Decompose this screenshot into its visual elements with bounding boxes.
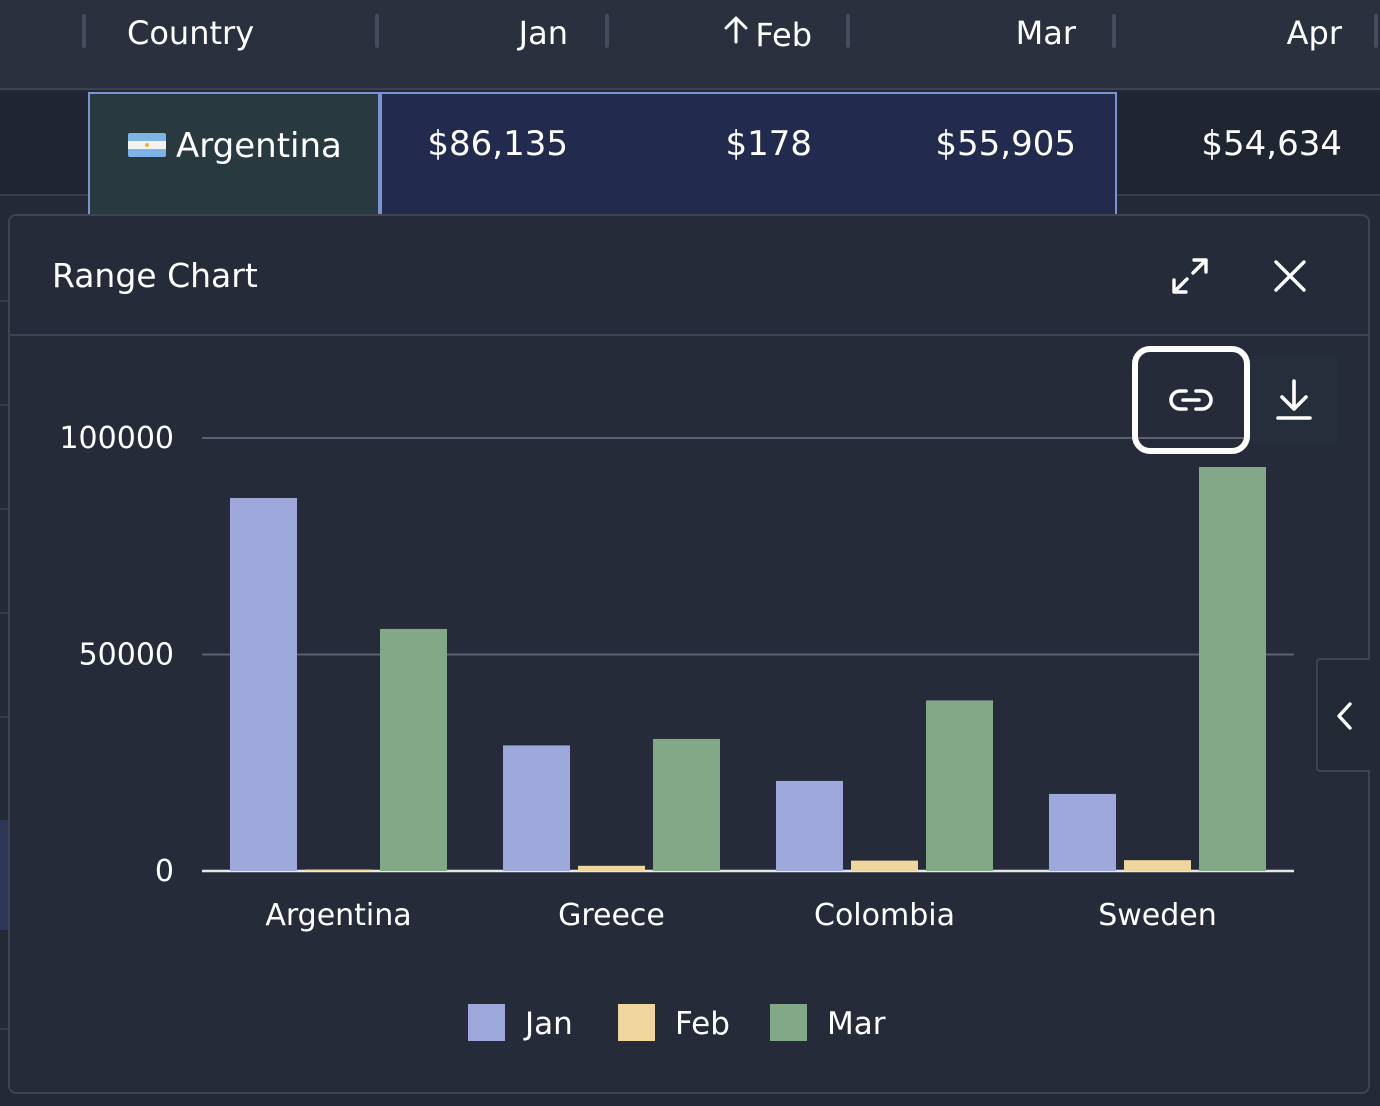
- bar-mar-colombia[interactable]: [926, 700, 993, 871]
- cell-apr[interactable]: $54,634: [1118, 92, 1342, 196]
- legend-swatch-jan[interactable]: [468, 1004, 505, 1041]
- column-header-jan[interactable]: Jan: [380, 0, 568, 66]
- link-button[interactable]: [1132, 346, 1250, 454]
- column-header-feb-label: Feb: [755, 16, 812, 54]
- column-separator[interactable]: [375, 14, 379, 48]
- x-tick-label: Greece: [558, 898, 665, 933]
- argentina-flag-icon: [128, 132, 166, 157]
- column-separator[interactable]: [605, 14, 609, 48]
- legend-swatch-mar[interactable]: [770, 1004, 807, 1041]
- column-header-apr[interactable]: Apr: [1118, 0, 1342, 66]
- cell-feb[interactable]: $178: [612, 92, 812, 196]
- column-separator[interactable]: [1112, 14, 1116, 48]
- y-tick-label: 100000: [59, 421, 174, 456]
- cell-country[interactable]: Argentina: [88, 92, 380, 216]
- range-chart-panel: Range Chart 0 50000 100000 Argentina Greece…: [8, 214, 1370, 1094]
- column-header-mar[interactable]: Mar: [852, 0, 1076, 66]
- x-tick-label: Colombia: [814, 898, 955, 933]
- bar-feb-greece[interactable]: [578, 865, 645, 871]
- legend-swatch-feb[interactable]: [618, 1004, 655, 1041]
- column-header-feb[interactable]: Feb: [612, 0, 812, 66]
- table-row[interactable]: Argentina $86,135 $178 $55,905 $54,634: [0, 92, 1380, 216]
- bar-feb-colombia[interactable]: [851, 860, 918, 871]
- y-tick-label: 50000: [79, 638, 174, 673]
- legend-label-mar[interactable]: Mar: [827, 1006, 886, 1042]
- bar-jan-colombia[interactable]: [776, 780, 843, 871]
- bar-jan-greece[interactable]: [503, 745, 570, 871]
- column-separator[interactable]: [82, 14, 86, 48]
- x-tick-label: Sweden: [1098, 898, 1217, 933]
- cell-mar[interactable]: $55,905: [852, 92, 1076, 196]
- grid-header: Country Jan Feb Mar Apr: [0, 0, 1380, 90]
- x-tick-label: Argentina: [265, 898, 411, 933]
- legend-label-feb[interactable]: Feb: [675, 1006, 730, 1042]
- cell-jan[interactable]: $86,135: [380, 92, 568, 196]
- bar-mar-greece[interactable]: [653, 738, 720, 871]
- country-name: Argentina: [176, 126, 342, 166]
- column-header-country[interactable]: Country: [127, 0, 254, 66]
- link-icon: [1169, 389, 1213, 411]
- y-tick-label: 0: [155, 854, 174, 889]
- side-panel-toggle[interactable]: [1316, 658, 1370, 772]
- bar-feb-sweden[interactable]: [1124, 860, 1191, 871]
- bar-mar-sweden[interactable]: [1199, 467, 1266, 871]
- chevron-left-icon: [1337, 702, 1352, 730]
- bar-jan-argentina[interactable]: [230, 498, 297, 871]
- download-button[interactable]: [1250, 356, 1338, 444]
- download-icon: [1276, 379, 1312, 420]
- column-separator[interactable]: [1374, 14, 1378, 48]
- bar-jan-sweden[interactable]: [1049, 793, 1116, 871]
- column-separator[interactable]: [846, 14, 850, 48]
- bar-mar-argentina[interactable]: [380, 628, 447, 871]
- bar-feb-argentina[interactable]: [305, 869, 372, 872]
- legend-label-jan[interactable]: Jan: [523, 1006, 573, 1042]
- arrow-up-icon: [723, 0, 749, 66]
